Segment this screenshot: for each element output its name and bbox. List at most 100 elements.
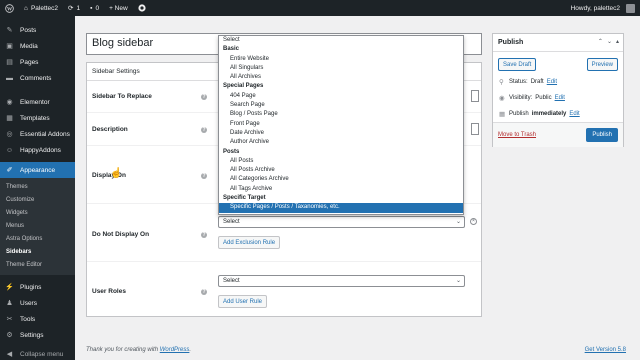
dropdown-option[interactable]: 404 Page (219, 92, 463, 101)
page-icon: ▤ (6, 58, 13, 66)
sidebar-item-plugins[interactable]: ⚡ Plugins (0, 279, 75, 295)
submenu-item-menus[interactable]: Menus (0, 220, 75, 233)
submenu-item-themes[interactable]: Themes (0, 181, 75, 194)
dropdown-option[interactable]: All Singulars (219, 64, 463, 73)
help-icon[interactable]: ? (201, 94, 207, 100)
dropdown-option[interactable]: Entire Website (219, 55, 463, 64)
sidebar-item-label: Templates (20, 114, 50, 122)
sidebar-item-users[interactable]: ♟ Users (0, 295, 75, 311)
sidebar-item-label: Posts (20, 26, 37, 34)
sidebar-item-posts[interactable]: ✎ Posts (0, 22, 75, 38)
sidebar-item-label: Media (20, 42, 38, 50)
sidebar-item-media[interactable]: ▣ Media (0, 38, 75, 54)
sidebar-item-essential-addons[interactable]: ◎ Essential Addons (0, 126, 75, 142)
save-draft-button[interactable]: Save Draft (498, 58, 537, 71)
dropdown-option-highlighted[interactable]: Specific Pages / Posts / Taxanomies, etc… (219, 203, 463, 213)
sidebar-item-templates[interactable]: ▦ Templates (0, 110, 75, 126)
avatar (626, 3, 635, 13)
dropdown-group-special-pages: Special Pages (223, 83, 264, 90)
plug-icon: ⚡ (5, 283, 14, 291)
preview-button[interactable]: Preview (586, 58, 618, 71)
dropdown-option[interactable]: All Categories Archive (219, 175, 463, 184)
dropdown-option[interactable]: All Posts Archive (219, 166, 463, 175)
addons-icon: ◎ (6, 130, 13, 138)
sidebar-item-label: Comments (20, 74, 52, 82)
display-on-dropdown[interactable]: Select Basic Entire Website All Singular… (218, 35, 464, 215)
media-icon: ▣ (6, 42, 13, 50)
dropdown-option[interactable]: Date Archive (219, 129, 463, 138)
svg-text:W: W (7, 6, 13, 12)
sidebar-item-settings[interactable]: ⚙ Settings (0, 327, 75, 343)
edit-schedule-link[interactable]: Edit (569, 111, 579, 117)
chevron-up-icon[interactable]: ⌃ (598, 38, 603, 45)
add-exclusion-rule-button[interactable]: Add Exclusion Rule (218, 236, 281, 249)
collapse-icon: ◀ (6, 350, 13, 358)
row-label-description: Description (92, 126, 128, 133)
help-icon[interactable]: ? (201, 232, 207, 238)
site-name-link[interactable]: ⌂ Palettec2 (19, 0, 63, 16)
wordpress-logo-icon[interactable]: W (0, 0, 19, 16)
submenu-item-sidebars[interactable]: Sidebars (0, 246, 75, 259)
brush-icon: ✐ (6, 166, 13, 174)
wordpress-link[interactable]: WordPress (160, 347, 190, 353)
caret-up-icon[interactable]: ▴ (616, 38, 619, 45)
help-icon[interactable]: ? (201, 173, 207, 179)
dropdown-option-select[interactable]: Select (219, 36, 463, 45)
sidebar-item-tools[interactable]: ✂ Tools (0, 311, 75, 327)
collapse-menu-button[interactable]: ◀ Collapse menu (0, 346, 75, 360)
help-icon[interactable]: ? (201, 127, 207, 133)
updates-count: 1 (76, 4, 81, 12)
sidebar-item-label: Settings (20, 331, 44, 339)
visibility-line: ◉ Visibility: Public Edit (499, 94, 565, 102)
edit-status-link[interactable]: Edit (547, 79, 557, 85)
elementor-icon: ◉ (6, 98, 13, 106)
submenu-item-theme-editor[interactable]: Theme Editor (0, 259, 75, 272)
dropdown-option[interactable]: Author Archive (219, 138, 463, 147)
remove-rule-icon[interactable]: × (470, 218, 477, 225)
user-roles-select[interactable]: Select ⌄ (218, 275, 465, 287)
chevron-down-icon: ⌄ (455, 219, 461, 225)
dropdown-option[interactable]: Front Page (219, 120, 463, 129)
chevron-down-icon[interactable]: ⌄ (607, 38, 612, 45)
comments-link[interactable]: ▪ 0 (85, 0, 104, 16)
sidebar-item-happyaddons[interactable]: ☺ HappyAddons (0, 142, 75, 158)
new-content-link[interactable]: + New (104, 0, 133, 16)
help-icon[interactable]: ? (201, 289, 207, 295)
submenu-item-customize[interactable]: Customize (0, 194, 75, 207)
visibility-value: Public (535, 95, 552, 101)
dropdown-option[interactable]: All Posts (219, 157, 463, 166)
edit-visibility-link[interactable]: Edit (555, 95, 565, 101)
add-user-rule-button[interactable]: Add User Rule (218, 295, 268, 308)
hand-cursor-icon: ☝ (110, 168, 123, 179)
howdy-text: Howdy, palettec2 (570, 4, 620, 12)
sidebar-item-elementor[interactable]: ◉ Elementor (0, 94, 75, 110)
comment-icon: ▬ (6, 74, 13, 82)
submenu-item-astra-options[interactable]: Astra Options (0, 233, 75, 246)
sidebar-item-label: Users (20, 299, 37, 307)
status-label: Status: (509, 79, 528, 85)
appearance-submenu: Themes Customize Widgets Menus Astra Opt… (0, 178, 75, 275)
get-version-link[interactable]: Get Version 5.8 (585, 347, 626, 353)
plugin-bar-icon[interactable] (133, 0, 151, 16)
sidebar-item-label: Tools (20, 315, 36, 323)
sidebar-item-appearance[interactable]: ✐ Appearance (0, 162, 75, 178)
visibility-label: Visibility: (509, 95, 533, 101)
sidebar-item-comments[interactable]: ▬ Comments (0, 70, 75, 86)
not-display-on-select[interactable]: Select ⌄ (218, 216, 465, 228)
dropdown-option[interactable]: All Tags Archive (219, 185, 463, 194)
replace-select[interactable] (471, 90, 479, 102)
description-input[interactable] (471, 123, 479, 135)
dropdown-option[interactable]: All Archives (219, 73, 463, 82)
submenu-item-widgets[interactable]: Widgets (0, 207, 75, 220)
publish-button[interactable]: Publish (586, 128, 618, 142)
dropdown-option[interactable]: Search Page (219, 101, 463, 110)
row-label-replace: Sidebar To Replace (92, 93, 152, 100)
my-account-link[interactable]: Howdy, palettec2 (566, 0, 640, 16)
publish-box-footer: Move to Trash Publish (493, 122, 623, 147)
calendar-icon: ▦ (499, 111, 506, 118)
sidebar-item-pages[interactable]: ▤ Pages (0, 54, 75, 70)
dropdown-option[interactable]: Blog / Posts Page (219, 110, 463, 119)
move-to-trash-link[interactable]: Move to Trash (498, 132, 536, 138)
updates-link[interactable]: ⟳ 1 (63, 0, 85, 16)
home-icon: ⌂ (24, 4, 28, 12)
